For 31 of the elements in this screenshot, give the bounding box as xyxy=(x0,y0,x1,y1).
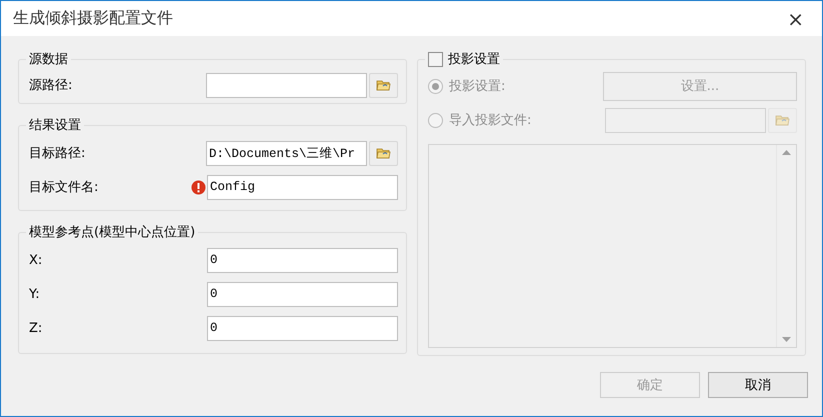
close-button[interactable]: × xyxy=(783,6,808,30)
field-label: 目标文件名: xyxy=(29,179,100,196)
field-label: X: xyxy=(29,252,44,268)
field-label: Y: xyxy=(29,286,41,302)
folder-icon xyxy=(376,147,391,159)
group-title: 模型参考点(模型中心点位置) xyxy=(29,224,196,241)
group-title: 结果设置 xyxy=(29,117,81,134)
option-label: 投影设置: xyxy=(449,78,506,95)
path-field[interactable] xyxy=(605,108,766,132)
group-title: 源数据 xyxy=(29,51,68,68)
input-field[interactable]: Config xyxy=(207,174,398,200)
window-title: 生成倾斜摄影配置文件 xyxy=(13,8,173,29)
browse-button[interactable] xyxy=(369,72,398,98)
group-title: 投影设置 xyxy=(448,51,500,68)
scroll-up-icon[interactable] xyxy=(782,150,791,155)
browse-button[interactable] xyxy=(768,108,797,132)
field-label: 目标路径: xyxy=(29,145,86,162)
input-field[interactable]: 0 xyxy=(207,248,398,272)
dialog-button[interactable]: 取消 xyxy=(708,372,808,398)
path-field[interactable] xyxy=(206,72,367,98)
browse-button[interactable] xyxy=(369,140,398,166)
input-field[interactable]: 0 xyxy=(207,316,398,340)
option-label: 导入投影文件: xyxy=(449,112,532,129)
input-field[interactable]: 0 xyxy=(207,282,398,306)
scroll-down-icon[interactable] xyxy=(782,337,791,342)
field-label: Z: xyxy=(29,320,44,336)
path-field[interactable]: D:\Documents\三维\Pr xyxy=(206,140,367,166)
field-label: 源路径: xyxy=(29,77,74,94)
folder-icon xyxy=(775,114,790,126)
folder-icon xyxy=(376,79,391,91)
checkbox[interactable] xyxy=(428,52,443,66)
